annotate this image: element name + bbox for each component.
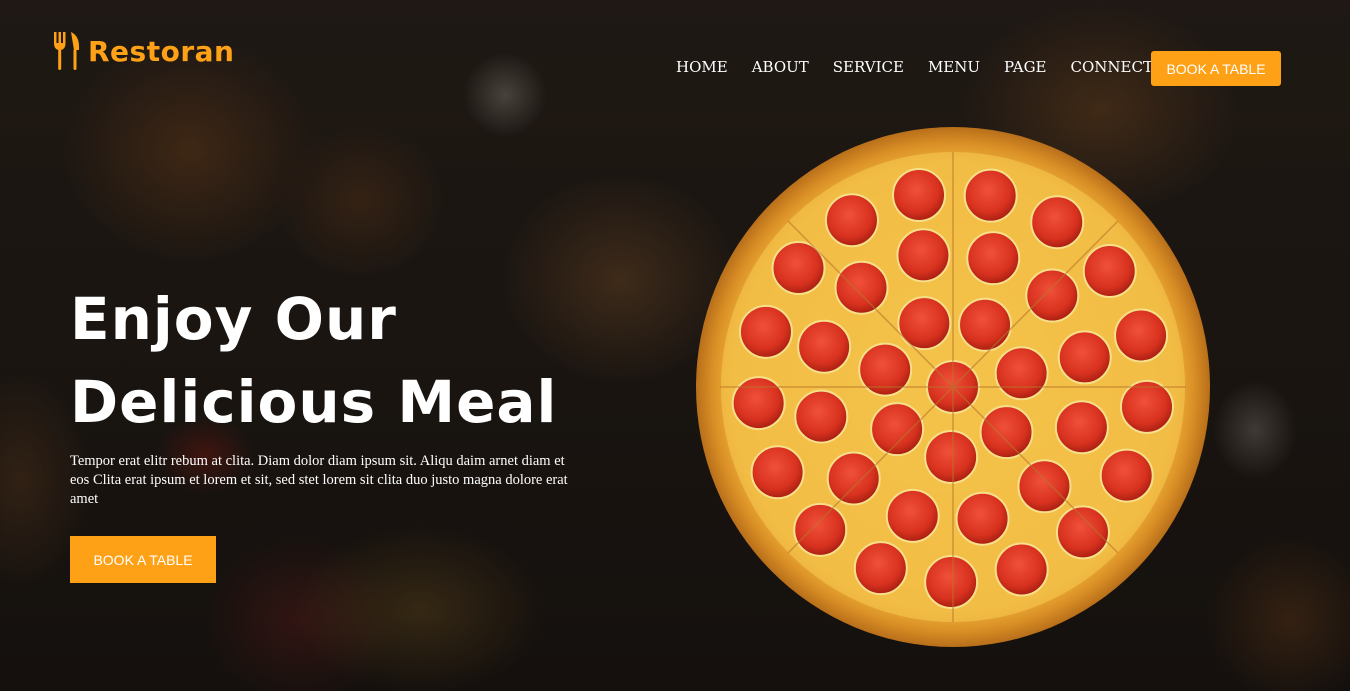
pepperoni-slice (994, 346, 1049, 401)
pepperoni-slice (750, 445, 805, 500)
pepperoni-slice (966, 231, 1021, 286)
pepperoni-slice (826, 451, 881, 506)
pepperoni-slice (731, 376, 786, 431)
pepperoni-slice (1025, 268, 1080, 323)
hero-title-line-1: Enjoy Our (70, 285, 397, 353)
pepperoni-slice (885, 488, 940, 543)
pepperoni-slice (955, 491, 1010, 546)
pepperoni-slice (896, 228, 951, 283)
nav-item-about[interactable]: ABOUT (752, 58, 809, 76)
pepperoni-slice (979, 405, 1034, 460)
pizza-image (696, 127, 1210, 647)
pepperoni-slice (897, 296, 952, 351)
pepperoni-slice (1030, 195, 1085, 250)
hero-description: Tempor erat elitr rebum at clita. Diam d… (70, 453, 568, 507)
pepperoni-slice (858, 342, 913, 397)
pepperoni-slice (793, 502, 848, 557)
hero-title-line-2: Delicious Meal (70, 368, 558, 436)
main-nav: HOME ABOUT SERVICE MENU PAGE CONNECT (676, 58, 1177, 76)
fork-knife-icon (54, 32, 80, 70)
nav-item-connect[interactable]: CONNECT (1071, 58, 1153, 76)
pepperoni-slice (924, 429, 979, 484)
pepperoni-slice (853, 541, 908, 596)
pepperoni-slice (794, 389, 849, 444)
pepperoni-slice (834, 260, 889, 315)
pepperoni-slice (797, 319, 852, 374)
pepperoni-slice (963, 168, 1018, 223)
pepperoni-slice (1099, 448, 1154, 503)
pepperoni-slice (1119, 379, 1174, 434)
pepperoni-slice (870, 402, 925, 457)
pepperoni-slice (1082, 243, 1137, 298)
nav-item-menu[interactable]: MENU (928, 58, 980, 76)
pepperoni-slice (1055, 505, 1110, 560)
pepperoni-slice (958, 297, 1013, 352)
brand-logo-link[interactable]: Restoran (50, 30, 234, 72)
nav-item-page[interactable]: PAGE (1004, 58, 1046, 76)
pepperoni-slice (924, 554, 979, 609)
pepperoni-slice (1054, 400, 1109, 455)
nav-item-home[interactable]: HOME (676, 58, 728, 76)
pepperoni-slice (1057, 330, 1112, 385)
brand-name: Restoran (88, 34, 235, 68)
hero-title: Enjoy Our Delicious Meal (70, 278, 557, 444)
hero-book-table-button[interactable]: BOOK A TABLE (70, 536, 216, 583)
pepperoni-slice (824, 193, 879, 248)
pepperoni-slice (892, 167, 947, 222)
nav-book-table-button[interactable]: BOOK A TABLE (1151, 51, 1281, 86)
pepperoni-slice (994, 542, 1049, 597)
pepperoni-slice (1017, 459, 1072, 514)
nav-item-service[interactable]: SERVICE (833, 58, 904, 76)
pepperoni-slice (1114, 308, 1169, 363)
pepperoni-slice (738, 304, 793, 359)
